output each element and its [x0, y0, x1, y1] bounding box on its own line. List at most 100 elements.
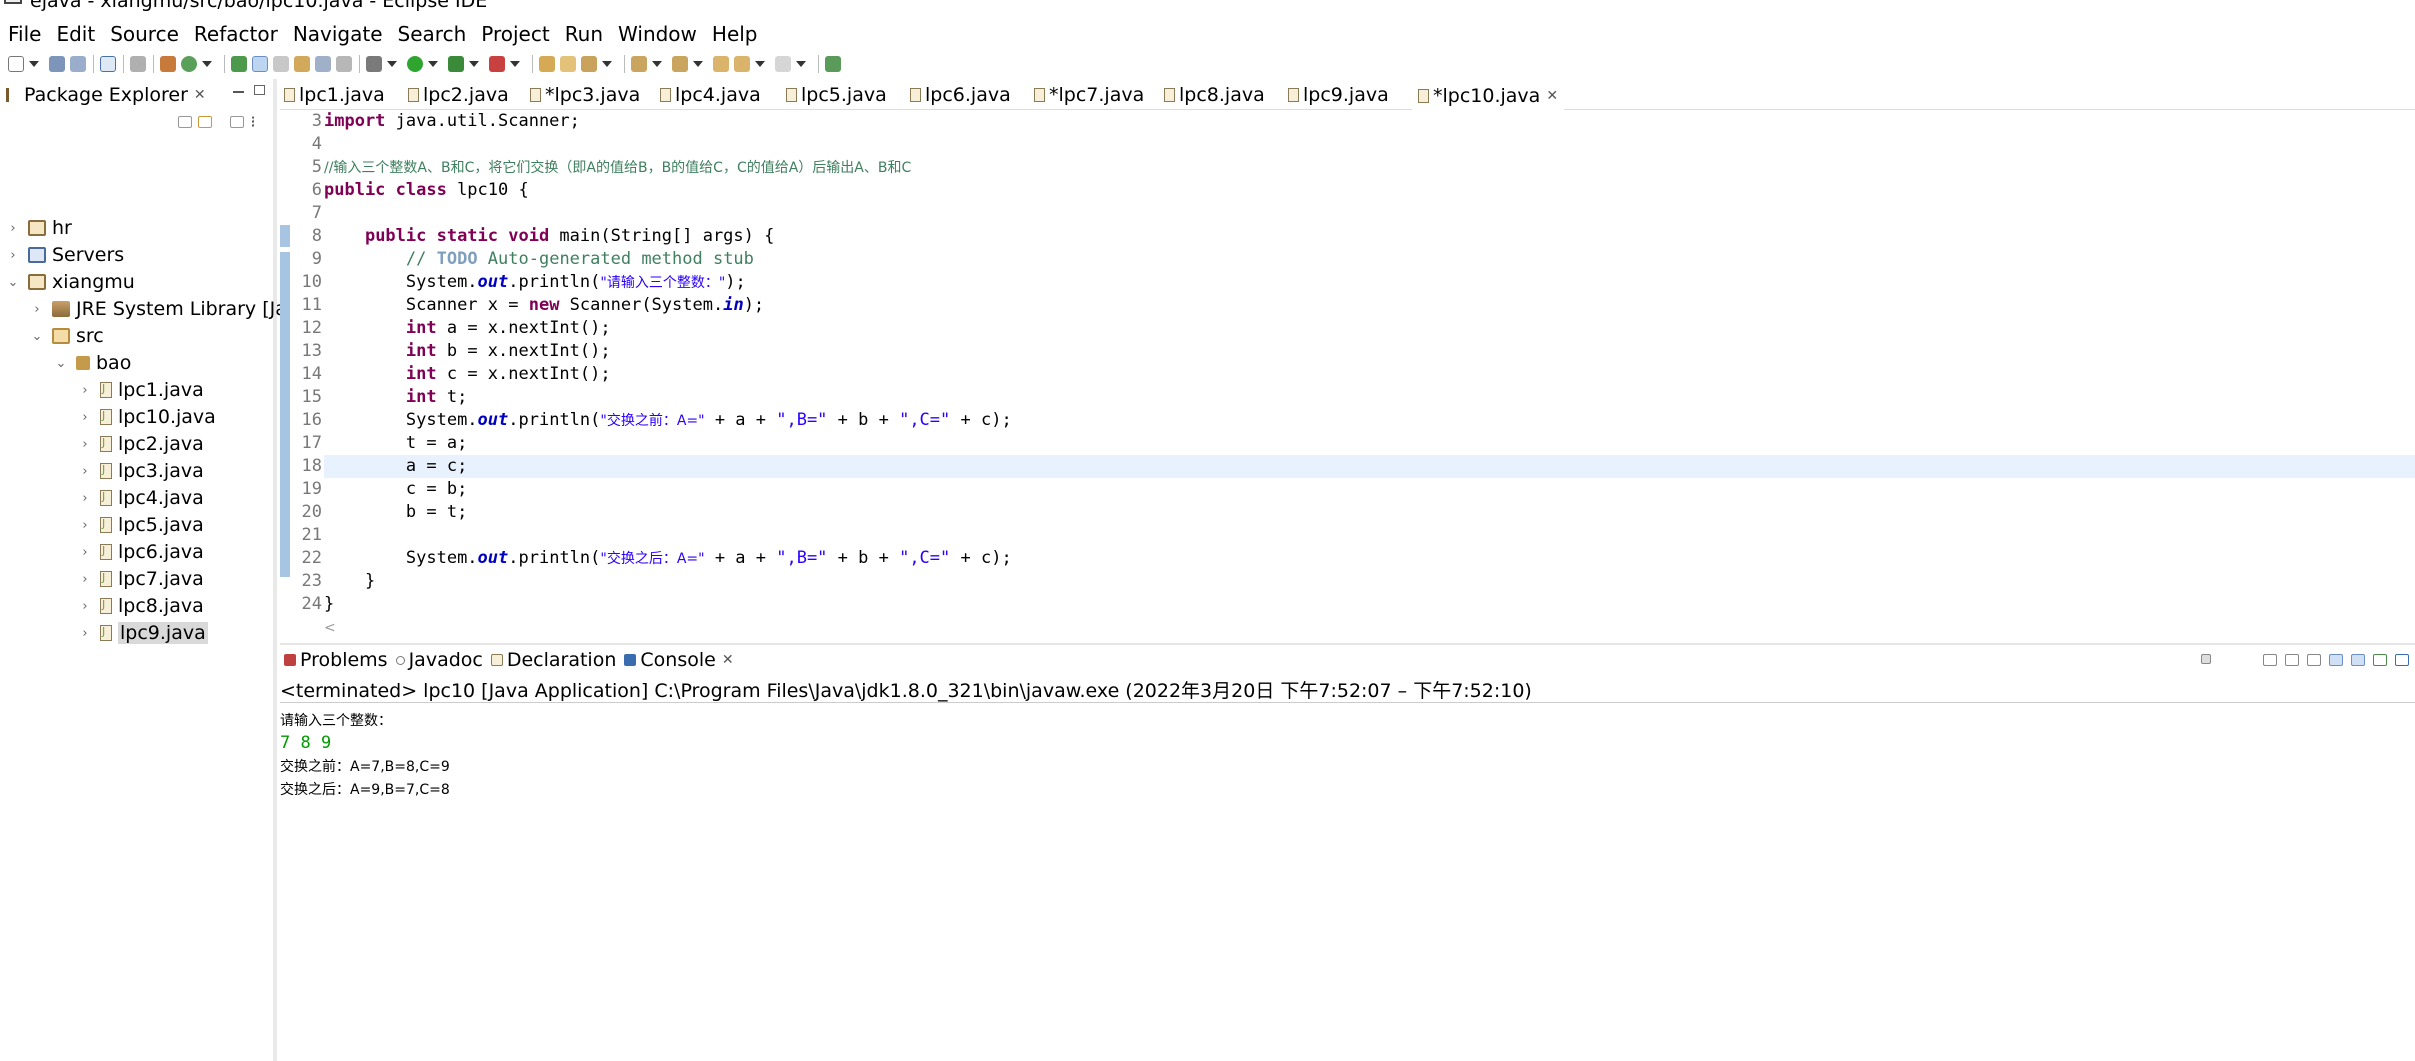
scroll-lock-icon[interactable] [2285, 654, 2299, 666]
remove-launch-icon[interactable] [2219, 654, 2233, 666]
editor-tab[interactable]: lpc6.java [910, 79, 1011, 110]
last-edit-location-icon[interactable] [713, 56, 729, 72]
editor-tab[interactable]: lpc8.java [1164, 79, 1265, 110]
editor-tab[interactable]: lpc9.java [1288, 79, 1389, 110]
chevron-right-icon[interactable]: › [6, 248, 20, 263]
show-whitespace-icon[interactable] [315, 56, 331, 72]
show-on-stderr-icon[interactable] [2351, 654, 2365, 666]
tree-item-file[interactable]: › lpc3.java [78, 458, 203, 484]
tree-item-file[interactable]: › lpc6.java [78, 539, 203, 565]
close-icon[interactable]: ✕ [194, 87, 206, 103]
chevron-right-icon[interactable]: › [78, 518, 92, 533]
external-tools-dropdown-icon[interactable] [510, 61, 520, 67]
previous-annotation-icon[interactable] [672, 56, 688, 72]
editor-tab[interactable]: lpc4.java [660, 79, 761, 110]
tree-item-hr[interactable]: › hr [6, 215, 71, 241]
debug-dropdown-icon[interactable] [387, 61, 397, 67]
tree-item-file[interactable]: › lpc10.java [78, 404, 215, 430]
remove-all-terminated-icon[interactable] [2241, 654, 2255, 666]
pin-editor-icon[interactable] [825, 56, 841, 72]
console-output[interactable]: 请输入三个整数： 7 8 9 交换之前：A=7,B=8,C=9 交换之后：A=9… [280, 709, 450, 801]
chevron-right-icon[interactable]: › [30, 302, 44, 317]
toggle-word-wrap-icon[interactable] [273, 56, 289, 72]
editor-tab[interactable]: lpc2.java [408, 79, 509, 110]
editor-tab-active[interactable]: *lpc10.java ✕ [1412, 79, 1565, 110]
display-selected-console-icon[interactable] [2395, 654, 2409, 666]
tab-problems[interactable]: Problems [284, 649, 388, 671]
code-editor[interactable]: 3 4 5 6 7 8 9 10 11 12 13 14 15 16 17 18… [280, 110, 2415, 620]
show-on-stdout-icon[interactable] [2329, 654, 2343, 666]
tab-declaration[interactable]: Declaration [490, 649, 616, 671]
toggle-mark-occurrences-icon[interactable] [252, 56, 268, 72]
new-dropdown-icon[interactable] [29, 61, 39, 67]
previous-annotation-dropdown-icon[interactable] [693, 61, 703, 67]
menu-source[interactable]: Source [110, 22, 179, 46]
refresh-dropdown-icon[interactable] [202, 61, 212, 67]
chevron-down-icon[interactable]: ⌄ [6, 275, 20, 290]
menu-navigate[interactable]: Navigate [293, 22, 383, 46]
block-selection-icon[interactable] [294, 56, 310, 72]
tree-item-xiangmu[interactable]: ⌄ xiangmu [6, 269, 135, 295]
editor-tab[interactable]: *lpc3.java [530, 79, 640, 110]
chevron-right-icon[interactable]: › [6, 221, 20, 236]
paragraph-icon[interactable] [336, 56, 352, 72]
debug-icon[interactable] [366, 56, 382, 72]
back-arrow-icon[interactable] [734, 56, 750, 72]
menu-refactor[interactable]: Refactor [194, 22, 278, 46]
tree-item-file[interactable]: › lpc7.java [78, 566, 203, 592]
tree-item-jre-system-library[interactable]: › JRE System Library [Jav [30, 296, 298, 322]
word-wrap-icon[interactable] [2307, 654, 2321, 666]
menu-file[interactable]: File [8, 22, 41, 46]
new-file-icon[interactable] [8, 56, 24, 72]
coverage-icon[interactable] [448, 56, 464, 72]
link-with-editor-icon[interactable] [198, 116, 212, 128]
terminate-icon[interactable] [2201, 654, 2211, 664]
view-menu-icon[interactable] [252, 116, 256, 128]
editor-tab[interactable]: *lpc7.java [1034, 79, 1144, 110]
menu-project[interactable]: Project [481, 22, 549, 46]
tab-console[interactable]: Console ✕ [624, 649, 734, 671]
tree-item-src[interactable]: ⌄ src [30, 323, 104, 349]
open-type-icon[interactable] [231, 56, 247, 72]
minimize-view-icon[interactable] [233, 85, 244, 93]
menu-window[interactable]: Window [618, 22, 697, 46]
tree-item-file[interactable]: › lpc5.java [78, 512, 203, 538]
new-class-icon[interactable] [581, 56, 597, 72]
chevron-right-icon[interactable]: › [78, 626, 92, 641]
pin-console-icon[interactable] [2373, 654, 2387, 666]
chevron-right-icon[interactable]: › [78, 383, 92, 398]
chevron-right-icon[interactable]: › [78, 410, 92, 425]
external-tools-icon[interactable] [489, 56, 505, 72]
new-class-dropdown-icon[interactable] [602, 61, 612, 67]
skip-breakpoints-icon[interactable] [130, 56, 146, 72]
new-package-icon[interactable] [560, 56, 576, 72]
forward-arrow-icon[interactable] [775, 56, 791, 72]
tree-item-servers[interactable]: › Servers [6, 242, 124, 268]
save-all-icon[interactable] [70, 56, 86, 72]
tree-item-file[interactable]: › lpc1.java [78, 377, 203, 403]
tree-item-bao[interactable]: ⌄ bao [54, 350, 132, 376]
close-tab-icon[interactable]: ✕ [722, 652, 734, 668]
tree-item-file[interactable]: › lpc4.java [78, 485, 203, 511]
terminal-icon[interactable] [100, 56, 116, 72]
chevron-right-icon[interactable]: › [78, 545, 92, 560]
refresh-icon[interactable] [181, 56, 197, 72]
forward-dropdown-icon[interactable] [796, 61, 806, 67]
menu-search[interactable]: Search [398, 22, 467, 46]
tree-item-file-selected[interactable]: › lpc9.java [78, 620, 208, 646]
menu-edit[interactable]: Edit [56, 22, 95, 46]
menu-help[interactable]: Help [712, 22, 758, 46]
filters-icon[interactable] [230, 116, 244, 128]
coverage-dropdown-icon[interactable] [469, 61, 479, 67]
tab-javadoc[interactable]: Javadoc [395, 649, 483, 671]
next-annotation-icon[interactable] [631, 56, 647, 72]
chevron-right-icon[interactable]: › [78, 572, 92, 587]
build-icon[interactable] [160, 56, 176, 72]
chevron-right-icon[interactable]: › [78, 464, 92, 479]
editor-tab[interactable]: lpc1.java [284, 79, 385, 110]
next-annotation-dropdown-icon[interactable] [652, 61, 662, 67]
clear-console-icon[interactable] [2263, 654, 2277, 666]
menu-run[interactable]: Run [565, 22, 603, 46]
back-dropdown-icon[interactable] [755, 61, 765, 67]
chevron-down-icon[interactable]: ⌄ [54, 356, 68, 371]
